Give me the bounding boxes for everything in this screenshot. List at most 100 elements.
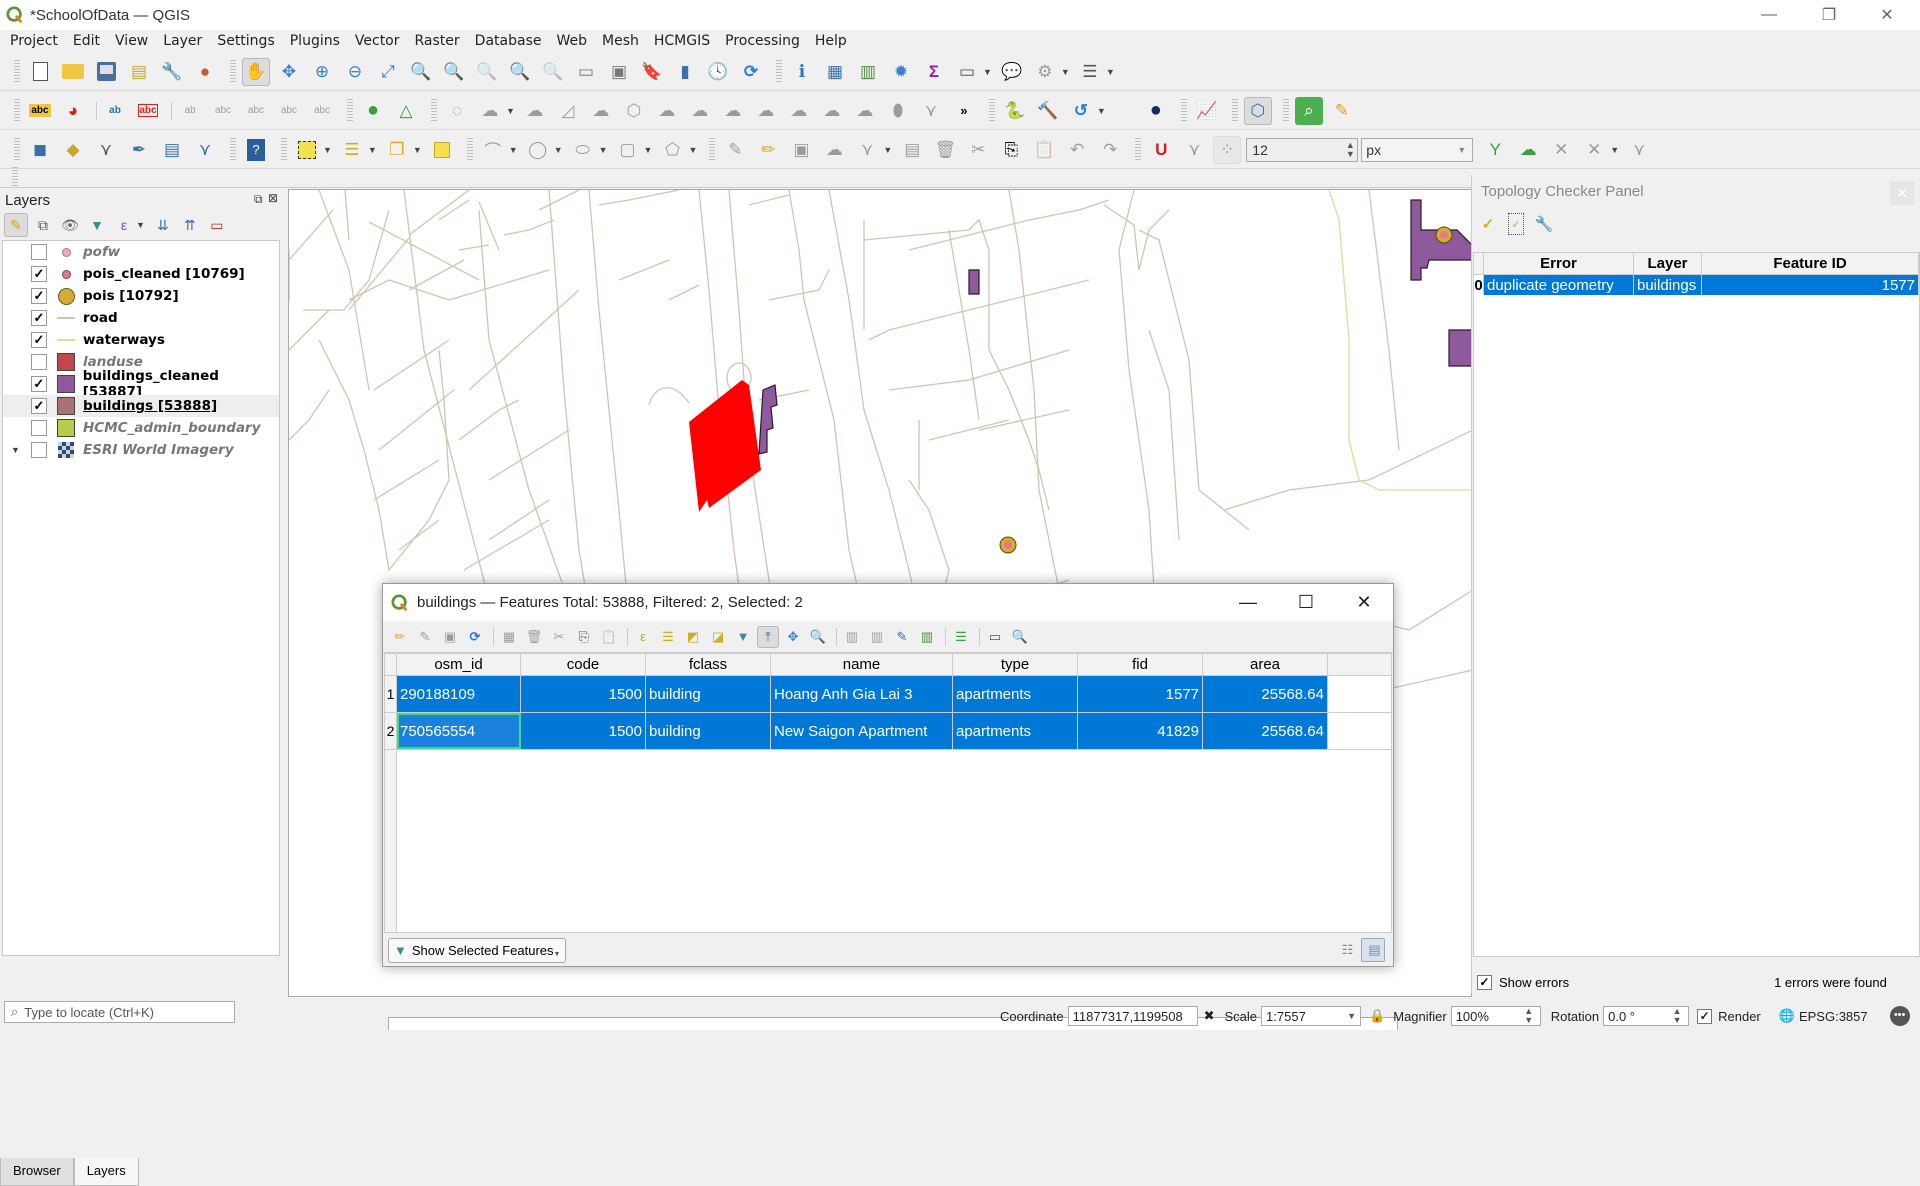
rotation-input[interactable]: 0.0 ° ▲ ▼ [1603, 1006, 1690, 1026]
close-panel-icon[interactable]: ⊠ [268, 191, 278, 205]
topology-checker-button[interactable]: ⬡ [1243, 96, 1272, 125]
change-label-button[interactable]: abc [308, 97, 336, 125]
profile-tool-button[interactable]: 📈 [1193, 97, 1221, 125]
save-edits-button[interactable]: ▣ [439, 626, 461, 648]
new-project-button[interactable] [26, 58, 54, 86]
offset-curve-button[interactable]: ☁ [686, 97, 714, 125]
undo-button[interactable]: ↶ [1063, 136, 1091, 164]
layer-symbol-icon[interactable] [57, 265, 75, 283]
expand-arrow-icon[interactable]: ▼ [11, 445, 20, 455]
delete-field-button[interactable]: ▥ [866, 626, 888, 648]
layer-visibility-checkbox[interactable] [31, 420, 47, 436]
new-shapefile-button[interactable]: ⋎ [92, 136, 120, 164]
deselect-dropdown-icon[interactable]: ▼ [413, 145, 422, 155]
toolbar-grip[interactable] [230, 137, 236, 162]
deselect-all-button[interactable]: ◪ [707, 626, 729, 648]
style-panel-button[interactable]: ✎ [4, 213, 28, 237]
layer-visibility-checkbox[interactable]: ✓ [31, 310, 47, 326]
simplify-button[interactable]: ☁ [752, 97, 780, 125]
minimize-button[interactable]: — [1740, 0, 1798, 30]
show-selected-features-button[interactable]: ▼ Show Selected Features ▼ [388, 938, 567, 963]
crs-button[interactable]: EPSG:3857 [1799, 1009, 1868, 1024]
column-header-feature-id[interactable]: Feature ID [1702, 253, 1919, 274]
zoom-out-button[interactable]: ⊖ [341, 58, 369, 86]
toolbar-grip[interactable] [709, 137, 716, 162]
new-geopackage-button[interactable]: ◆ [59, 136, 87, 164]
digitize-rectangle-button[interactable]: ▢ [614, 136, 642, 164]
menu-plugins[interactable]: Plugins [290, 33, 340, 49]
layer-visibility-checkbox[interactable]: ✓ [31, 332, 47, 348]
field-calculator-button[interactable]: ▥ [916, 626, 938, 648]
reload-button[interactable]: ⟳ [464, 626, 486, 648]
selected-duplicate-building[interactable] [689, 380, 761, 512]
delete-selected-button[interactable]: 🗑 [931, 136, 959, 164]
toolbar-grip[interactable] [14, 59, 20, 84]
column-header-code[interactable]: code [521, 654, 646, 675]
tab-browser[interactable]: Browser [0, 1158, 74, 1186]
collapse-all-button[interactable]: ⇈ [178, 213, 202, 237]
actions-dropdown-icon[interactable]: ▼ [1061, 67, 1070, 77]
dialog-minimize-button[interactable]: — [1219, 584, 1277, 621]
toolbar-grip[interactable] [230, 59, 236, 84]
temporal-controller-button[interactable]: 🕓 [704, 58, 732, 86]
menu-layer[interactable]: Layer [163, 33, 202, 49]
column-header-name[interactable]: name [771, 654, 953, 675]
pan-to-selected-button[interactable]: ✥ [782, 626, 804, 648]
layer-symbol-icon[interactable] [57, 309, 75, 327]
toolbar-grip[interactable] [431, 98, 437, 123]
annotation-button[interactable]: ☰ [1076, 58, 1104, 86]
cell-area[interactable]: 25568.64 [1203, 676, 1328, 712]
lock-scale-icon[interactable]: 🔒 [1369, 1008, 1385, 1024]
open-project-button[interactable] [59, 58, 87, 86]
menu-view[interactable]: View [115, 33, 148, 49]
toolbar-grip[interactable] [776, 59, 782, 84]
layer-symbol-icon[interactable] [56, 375, 75, 393]
topological-editing-button[interactable]: Y [1481, 136, 1509, 164]
table-row[interactable]: 2 750565554 1500 building New Saigon Apa… [385, 713, 1391, 750]
messages-icon[interactable]: ••• [1889, 1006, 1910, 1026]
cell-fid[interactable]: 41829 [1078, 713, 1203, 749]
georeferencer-button[interactable]: ● [359, 97, 387, 125]
menu-edit[interactable]: Edit [73, 33, 100, 49]
current-edits-button[interactable]: ✎ [721, 136, 749, 164]
cut-features-button[interactable]: ✂ [964, 136, 992, 164]
form-view-button[interactable]: ☷ [1334, 938, 1358, 962]
expression-dropdown-icon[interactable]: ▼ [136, 220, 145, 230]
zoom-full-button[interactable]: ⤢ [374, 58, 402, 86]
toggle-label-button[interactable]: ab [176, 97, 204, 125]
menu-web[interactable]: Web [556, 33, 587, 49]
field-calculator-button[interactable]: ▥ [854, 58, 882, 86]
layer-item[interactable]: ✓ waterways [3, 329, 279, 351]
toggle-editing-button[interactable]: ✏ [389, 626, 411, 648]
layer-symbol-icon[interactable] [57, 397, 75, 415]
trace-button[interactable]: ✕ [1547, 136, 1575, 164]
zoom-to-selection-button[interactable]: 🔍 [407, 58, 435, 86]
curve-dropdown-icon[interactable]: ▼ [509, 145, 518, 155]
dock-table-button[interactable]: ▭ [984, 626, 1006, 648]
cell-fclass[interactable]: building [646, 676, 771, 712]
paste-features-button[interactable]: 📋 [1030, 136, 1058, 164]
show-hide-label-button[interactable]: abc [209, 97, 237, 125]
layer-symbol-icon[interactable] [57, 441, 75, 459]
scale-select[interactable]: 1:7557 ▼ [1261, 1006, 1362, 1026]
annotation-dropdown-icon[interactable]: ▼ [1106, 67, 1115, 77]
map-tips-button[interactable]: 💬 [998, 58, 1026, 86]
layer-item[interactable]: ✓ buildings [53888] [3, 395, 279, 417]
poi-marker[interactable] [1435, 226, 1453, 244]
new-field-button[interactable]: ▥ [841, 626, 863, 648]
layer-item[interactable]: ✓ buildings_cleaned [53887] [3, 368, 279, 400]
filter-select-button[interactable]: ▼ [732, 626, 754, 648]
triangle-tool-button[interactable]: △ [392, 97, 420, 125]
cell-fid[interactable]: 1577 [1078, 676, 1203, 712]
snapping-layers-button[interactable]: ⋎ [1180, 136, 1208, 164]
column-header-fid[interactable]: fid [1078, 654, 1203, 675]
menu-raster[interactable]: Raster [415, 33, 460, 49]
cell-osm-id[interactable]: 290188109 [397, 676, 521, 712]
snapping-units-select[interactable]: px ▼ [1361, 137, 1474, 162]
globe-button[interactable]: ● [1142, 97, 1170, 125]
spinner-icon[interactable]: ▲ ▼ [1343, 140, 1357, 159]
delete-feature-button[interactable]: 🗑 [523, 626, 545, 648]
filter-expression-button[interactable]: ε [112, 213, 136, 237]
zoom-native-button[interactable]: 🔍 [473, 58, 501, 86]
validate-all-button[interactable]: ✓ [1480, 213, 1502, 235]
